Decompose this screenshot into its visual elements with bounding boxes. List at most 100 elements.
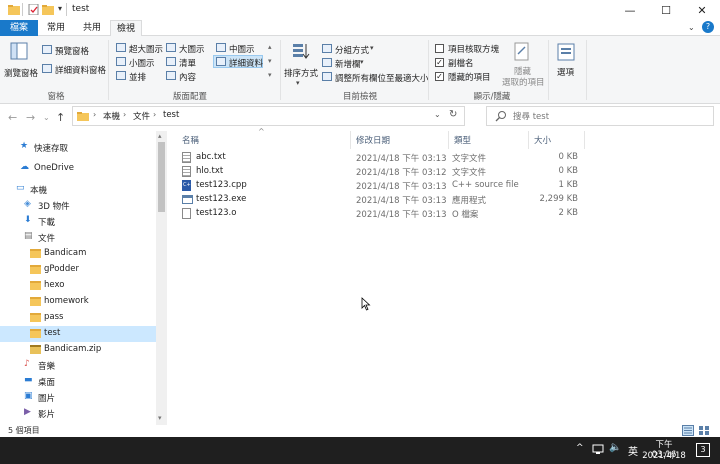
search-icon [495, 110, 507, 125]
tab-home[interactable]: 常用 [38, 20, 74, 36]
add-columns-button[interactable]: 新增欄 [335, 58, 361, 70]
show-hide-group-label: 顯示/隱藏 [473, 92, 511, 102]
search-box[interactable]: 搜尋 test [486, 106, 714, 126]
volume-icon[interactable]: 🔈 [609, 442, 621, 453]
sidebar-item-[interactable]: ⬇ 下載 [0, 214, 156, 230]
sidebar-item-gpodder[interactable]: gPodder [0, 262, 156, 278]
table-row[interactable]: C++ test123.cpp 2021/4/18 下午 03:13 C++ sour… [180, 179, 720, 193]
network-icon[interactable] [592, 444, 604, 458]
table-row[interactable]: test123.o 2021/4/18 下午 03:13 O 檔案 2 KB [180, 207, 720, 221]
tray-chevron-icon[interactable]: ^ [576, 443, 584, 453]
back-icon[interactable]: ← [8, 111, 17, 124]
sidebar-item-[interactable]: ▣ 圖片 [0, 390, 156, 406]
sidebar-item-test[interactable]: test [0, 326, 156, 342]
sidebar-item-[interactable]: ▤ 文件 [0, 230, 156, 246]
layout-more-icon[interactable]: ▾ [268, 71, 272, 79]
breadcrumb-this-pc[interactable]: 本機 [103, 110, 120, 122]
group-dropdown-icon[interactable]: ▾ [370, 44, 374, 52]
ime-indicator[interactable]: 英 [628, 443, 638, 458]
close-button[interactable]: ✕ [684, 0, 720, 20]
sidebar-item-[interactable]: ♪ 音樂 [0, 358, 156, 374]
list-view-option[interactable]: 清單 [179, 57, 196, 69]
add-columns-dropdown-icon[interactable]: ▾ [360, 58, 364, 66]
file-size: 0 KB [558, 152, 578, 162]
small-icons-option[interactable]: 小圖示 [129, 57, 155, 69]
column-separator[interactable] [448, 131, 449, 149]
notification-icon[interactable]: 3 [696, 443, 710, 457]
layout-scroll-down-icon[interactable]: ▾ [268, 57, 272, 65]
tiles-option[interactable]: 並排 [129, 71, 146, 83]
nav-scrollbar-thumb[interactable] [158, 142, 165, 212]
fit-columns-button[interactable]: 調整所有欄位至最適大小 [335, 72, 429, 84]
tab-share[interactable]: 共用 [74, 20, 110, 36]
column-separator[interactable] [584, 131, 585, 149]
folder-icon[interactable] [8, 4, 20, 15]
sidebar-item-label: 快速存取 [34, 144, 69, 154]
table-row[interactable]: abc.txt 2021/4/18 下午 03:13 文字文件 0 KB [180, 151, 720, 165]
sidebar-item-[interactable]: ▭ 本機 [0, 182, 156, 198]
file-extensions-checkbox[interactable]: ✓ [435, 58, 444, 67]
item-checkboxes-checkbox[interactable] [435, 44, 444, 53]
navigation-pane-button[interactable]: 瀏覽窗格 [4, 67, 38, 79]
recent-locations-icon[interactable]: ⌄ [43, 113, 50, 122]
address-dropdown-icon[interactable]: ⌄ [434, 110, 441, 119]
column-header-date[interactable]: 修改日期 [356, 134, 390, 146]
tab-view[interactable]: 檢視 [110, 20, 142, 37]
table-row[interactable]: test123.exe 2021/4/18 下午 03:13 應用程式 2,299 K… [180, 193, 720, 207]
column-separator[interactable] [350, 131, 351, 149]
hidden-items-checkbox[interactable]: ✓ [435, 72, 444, 81]
extra-large-icons-option[interactable]: 超大圖示 [129, 43, 163, 55]
large-icons-option[interactable]: 大圖示 [179, 43, 205, 55]
sort-dropdown-icon[interactable]: ▾ [296, 79, 300, 87]
up-icon[interactable]: ↑ [56, 111, 65, 124]
maximize-button[interactable]: ☐ [648, 0, 684, 20]
column-header-name[interactable]: 名稱 [182, 134, 199, 146]
layout-scroll-up-icon[interactable]: ▴ [268, 43, 272, 51]
group-by-button[interactable]: 分組方式 [335, 44, 369, 56]
cpp-file-icon: C++ [182, 180, 195, 191]
breadcrumb-documents[interactable]: 文件 [133, 110, 150, 122]
refresh-icon[interactable]: ↻ [449, 109, 457, 120]
expand-ribbon-icon[interactable]: ⌄ [688, 23, 695, 32]
new-folder-icon[interactable] [42, 4, 54, 15]
details-pane-button[interactable]: 詳細資料窗格 [55, 64, 106, 76]
breadcrumb-separator-icon[interactable]: › [123, 110, 126, 119]
preview-pane-button[interactable]: 預覽窗格 [55, 45, 89, 57]
forward-icon[interactable]: → [26, 111, 35, 124]
sidebar-item-homework[interactable]: homework [0, 294, 156, 310]
options-button[interactable]: 選項 [557, 66, 574, 78]
hide-selected-label-2[interactable]: 選取的項目 [502, 76, 545, 88]
address-bar[interactable]: › 本機 › 文件 › test ⌄ ↻ [72, 106, 465, 126]
clock-date[interactable]: 2021/4/18 [642, 451, 686, 461]
minimize-button[interactable]: — [612, 0, 648, 20]
sidebar-item-bandicam[interactable]: Bandicam [0, 246, 156, 262]
title-separator [22, 3, 23, 16]
scroll-up-icon[interactable]: ▴ [158, 132, 162, 140]
breadcrumb-separator-icon[interactable]: › [93, 110, 96, 119]
sidebar-item-[interactable]: ▬ 桌面 [0, 374, 156, 390]
text-file-icon [182, 166, 191, 177]
help-icon[interactable]: ? [702, 21, 714, 33]
sidebar-item-onedrive[interactable]: ☁ OneDrive [0, 161, 156, 177]
sidebar-item-hexo[interactable]: hexo [0, 278, 156, 294]
sidebar-item-3d[interactable]: ◈ 3D 物件 [0, 198, 156, 214]
scroll-down-icon[interactable]: ▾ [158, 414, 162, 422]
sidebar-item-bandicam-zip[interactable]: Bandicam.zip [0, 342, 156, 358]
tab-file[interactable]: 檔案 [0, 20, 38, 36]
sort-by-button[interactable]: 排序方式 [284, 67, 318, 79]
sidebar-item-pass[interactable]: pass [0, 310, 156, 326]
sidebar-item-[interactable]: ★ 快速存取 [0, 140, 156, 156]
column-header-type[interactable]: 類型 [454, 134, 471, 146]
column-separator[interactable] [528, 131, 529, 149]
details-view-option[interactable]: 詳細資料 [229, 57, 263, 69]
navigation-pane-icon [10, 42, 28, 63]
medium-icons-option[interactable]: 中圖示 [229, 43, 255, 55]
table-row[interactable]: hlo.txt 2021/4/18 下午 03:12 文字文件 0 KB [180, 165, 720, 179]
properties-icon[interactable] [28, 3, 40, 16]
column-header-size[interactable]: 大小 [534, 134, 551, 146]
breadcrumb-separator-icon[interactable]: › [153, 110, 156, 119]
breadcrumb-test[interactable]: test [163, 110, 179, 120]
quick-access-dropdown-icon[interactable]: ▾ [58, 4, 62, 13]
sidebar-item-[interactable]: ▶ 影片 [0, 406, 156, 422]
content-view-option[interactable]: 內容 [179, 71, 196, 83]
